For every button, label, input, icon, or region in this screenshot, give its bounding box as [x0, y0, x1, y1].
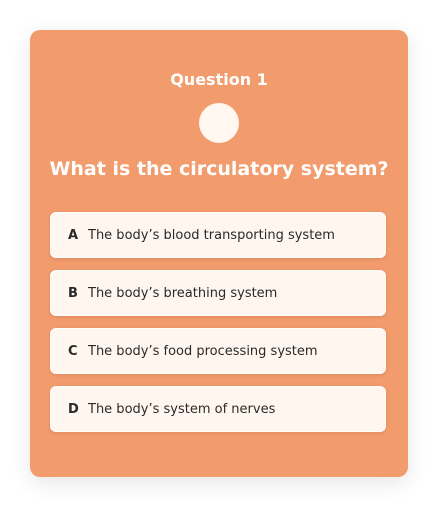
option-text: The body’s food processing system	[88, 343, 318, 359]
option-c[interactable]: C The body’s food processing system	[50, 328, 386, 374]
option-text: The body’s system of nerves	[88, 401, 276, 417]
option-text: The body’s blood transporting system	[88, 227, 335, 243]
question-text: What is the circulatory system?	[49, 158, 389, 180]
option-letter: C	[68, 343, 78, 359]
option-letter: B	[68, 285, 78, 301]
option-text: The body’s breathing system	[88, 285, 278, 301]
option-letter: D	[68, 401, 79, 417]
option-b[interactable]: B The body’s breathing system	[50, 270, 386, 316]
option-d[interactable]: D The body’s system of nerves	[50, 386, 386, 432]
question-number: Question 1	[170, 70, 268, 89]
quiz-card: Question 1 What is the circulatory syste…	[30, 30, 408, 477]
timer-circle	[199, 103, 239, 143]
option-letter: A	[68, 227, 79, 243]
option-a[interactable]: A The body’s blood transporting system	[50, 212, 386, 258]
